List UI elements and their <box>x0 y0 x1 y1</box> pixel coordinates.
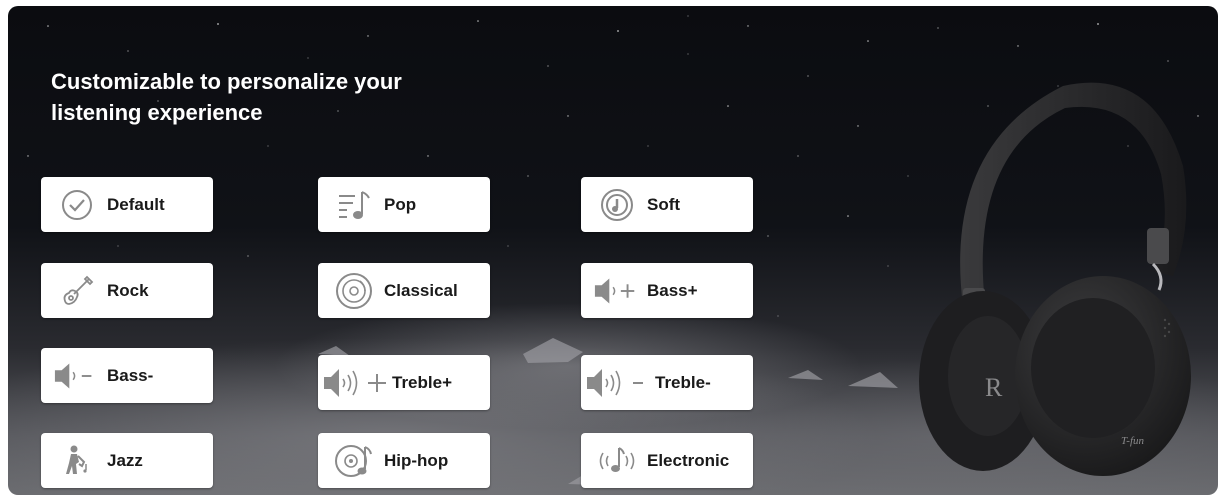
disc-note-icon <box>330 441 378 481</box>
eq-mode-label: Rock <box>107 280 149 300</box>
saxophone-player-icon <box>53 441 101 481</box>
eq-modes-banner: Customizable to personalize your listeni… <box>8 6 1218 495</box>
headline-line-2: listening experience <box>51 100 263 125</box>
eq-mode-hip-hop-button[interactable]: Hip-hop <box>318 433 490 488</box>
eq-mode-soft-button[interactable]: Soft <box>581 177 753 232</box>
headline-line-1: Customizable to personalize your <box>51 69 402 94</box>
speaker-waves-plus-icon <box>322 363 392 403</box>
eq-mode-label: Bass+ <box>647 280 698 300</box>
headphones-image: R T-fun <box>919 82 1191 476</box>
guitar-icon <box>53 271 101 311</box>
eq-mode-label: Jazz <box>107 450 143 470</box>
soft-disc-icon <box>593 185 641 225</box>
eq-mode-jazz-button[interactable]: Jazz <box>41 433 213 488</box>
check-circle-icon <box>53 185 101 225</box>
eq-mode-pop-button[interactable]: Pop <box>318 177 490 232</box>
eq-mode-label: Electronic <box>647 450 730 470</box>
eq-mode-label: Treble- <box>655 372 711 392</box>
eq-mode-label: Soft <box>647 194 681 214</box>
eq-mode-bass-minus-button[interactable]: Bass- <box>41 348 213 403</box>
speaker-minus-icon <box>53 356 101 396</box>
eq-mode-label: Pop <box>384 194 417 214</box>
eq-mode-default-button[interactable]: Default <box>41 177 213 232</box>
note-waves-icon <box>593 441 641 481</box>
brand-mark: T-fun <box>1121 435 1145 447</box>
eq-mode-electronic-button[interactable]: Electronic <box>581 433 753 488</box>
cup-logo: R <box>985 373 1003 402</box>
eq-mode-rock-button[interactable]: Rock <box>41 263 213 318</box>
eq-mode-label: Default <box>107 194 165 214</box>
eq-mode-label: Treble+ <box>392 372 453 392</box>
music-list-icon <box>330 185 378 225</box>
eq-mode-bass-plus-button[interactable]: Bass+ <box>581 263 753 318</box>
eq-mode-treble-plus-button[interactable]: Treble+ <box>318 355 490 410</box>
eq-mode-label: Classical <box>384 280 458 300</box>
eq-mode-label: Bass- <box>107 365 154 385</box>
eq-mode-label: Hip-hop <box>384 450 449 470</box>
speaker-plus-icon <box>593 271 641 311</box>
banner-headline: Customizable to personalize your listeni… <box>51 66 511 128</box>
speaker-waves-minus-icon <box>585 363 651 403</box>
eq-mode-treble-minus-button[interactable]: Treble- <box>581 355 753 410</box>
eq-mode-classical-button[interactable]: Classical <box>318 263 490 318</box>
vinyl-disc-icon <box>330 271 378 311</box>
